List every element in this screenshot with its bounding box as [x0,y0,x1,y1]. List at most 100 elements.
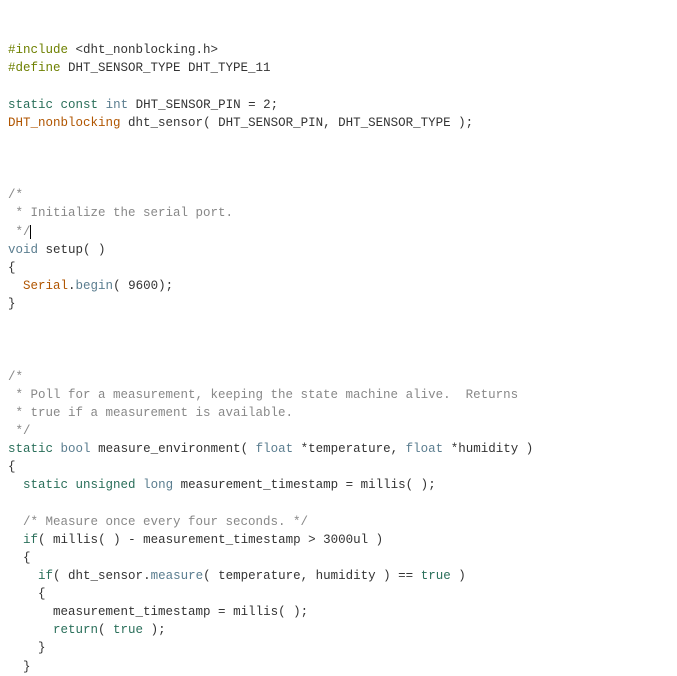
type-long: long [143,478,173,492]
comment-open: /* [8,370,23,384]
literal-3000ul: 3000ul [323,533,368,547]
semicolon: ; [271,98,279,112]
kw-static: static [23,478,68,492]
brace-open: { [8,460,16,474]
include-target: <dht_nonblocking.h> [68,43,218,57]
ident-timestamp: measurement_timestamp [53,605,211,619]
paren-close: ) [451,569,466,583]
brace-close: } [23,660,31,674]
func-setup: setup [46,243,84,257]
literal-true: true [113,623,143,637]
paren-empty: ( ) [98,533,121,547]
assign-op: = [211,605,234,619]
comma: , [391,442,406,456]
obj-dht-sensor: dht_sensor [68,569,143,583]
indent [8,641,38,655]
paren-empty: ( ) [278,605,301,619]
paren-close: ) [376,569,391,583]
indent [8,551,23,565]
text-cursor [30,225,31,239]
arg-humidity: humidity [316,569,376,583]
dot: . [143,569,151,583]
ident-timestamp: measurement_timestamp [143,533,301,547]
paren-close: ); [143,623,166,637]
type-float: float [406,442,444,456]
comment-poll1: * Poll for a measurement, keeping the st… [8,388,518,402]
literal-true: true [421,569,451,583]
paren-close: ) [368,533,383,547]
code-editor-view: { "code": { "line1": { "preproc": "#incl… [0,0,677,577]
indent [8,515,23,529]
ident-timestamp: measurement_timestamp [181,478,339,492]
indent [8,569,38,583]
semicolon: ; [428,478,436,492]
dot: . [68,279,76,293]
comment-close: */ [8,424,31,438]
comment-close: */ [8,225,31,239]
arg-temperature: temperature [308,442,391,456]
literal-2: 2 [263,98,271,112]
brace-open: { [8,261,16,275]
star: * [293,442,308,456]
star: * [443,442,458,456]
indent [8,279,23,293]
ident-pin: DHT_SENSOR_PIN [136,98,241,112]
kw-if: if [38,569,53,583]
paren-open: ( [38,533,53,547]
arg-temperature: temperature [218,569,301,583]
type-bool: bool [61,442,91,456]
preproc-define: #define [8,61,61,75]
func-millis: millis [361,478,406,492]
assign-op: = [241,98,264,112]
comment-open: /* [8,188,23,202]
brace-open: { [38,587,46,601]
ident-dht-sensor: dht_sensor [128,116,203,130]
minus-op: - [121,533,144,547]
literal-9600: 9600 [128,279,158,293]
kw-if: if [23,533,38,547]
type-void: void [8,243,38,257]
paren-close: ); [451,116,474,130]
arg-humidity: humidity [458,442,518,456]
eqeq-op: == [391,569,421,583]
class-dht: DHT_nonblocking [8,116,121,130]
paren-close: ); [158,279,173,293]
paren-open: ( [53,569,68,583]
brace-open: { [23,551,31,565]
paren-open: ( [241,442,256,456]
method-measure: measure [151,569,204,583]
semicolon: ; [301,605,309,619]
kw-const: const [61,98,99,112]
kw-static: static [8,442,53,456]
arg-pin: DHT_SENSOR_PIN [218,116,323,130]
func-measure-env: measure_environment [98,442,241,456]
comment-four-sec: /* Measure once every four seconds. */ [23,515,308,529]
brace-close: } [8,297,16,311]
paren-open: ( [113,279,128,293]
obj-serial: Serial [23,279,68,293]
arg-type: DHT_SENSOR_TYPE [338,116,451,130]
indent [8,605,53,619]
brace-close: } [38,641,46,655]
kw-return: return [53,623,98,637]
type-float: float [256,442,294,456]
type-int: int [106,98,129,112]
gt-op: > [301,533,324,547]
comment-poll2: * true if a measurement is available. [8,406,293,420]
define-macro: DHT_SENSOR_TYPE DHT_TYPE_11 [61,61,271,75]
func-millis: millis [53,533,98,547]
paren-close: ) [518,442,533,456]
comma: , [323,116,338,130]
indent [8,587,38,601]
method-begin: begin [76,279,114,293]
paren-open: ( [98,623,113,637]
comma: , [301,569,316,583]
preproc-include: #include [8,43,68,57]
assign-op: = [338,478,361,492]
kw-static: static [8,98,53,112]
func-millis: millis [233,605,278,619]
indent [8,623,53,637]
indent [8,533,23,547]
paren-empty: ( ) [83,243,106,257]
indent [8,478,23,492]
